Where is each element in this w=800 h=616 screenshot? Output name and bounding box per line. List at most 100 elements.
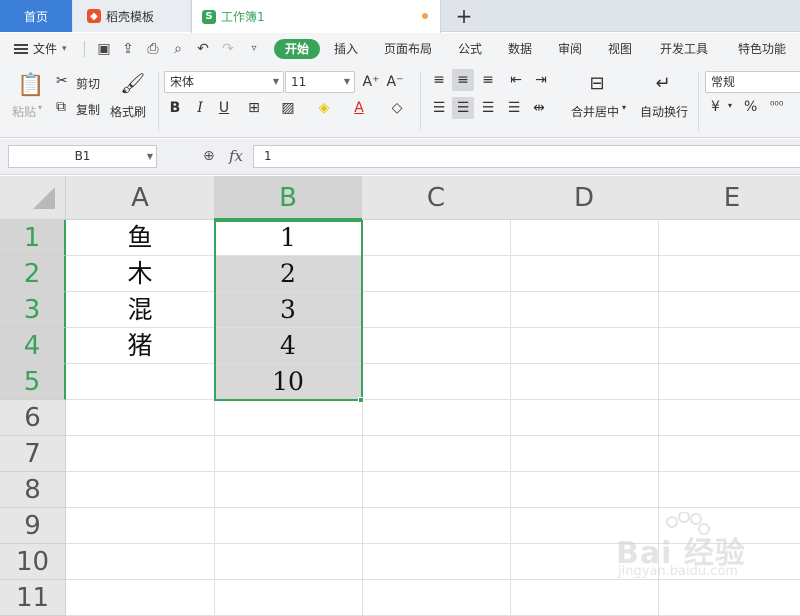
cell-e10[interactable] — [658, 544, 800, 580]
scissors-icon[interactable]: ✂ — [56, 73, 68, 89]
menu-page-layout[interactable]: 页面布局 — [384, 39, 432, 59]
bold-icon[interactable]: B — [164, 97, 186, 119]
cell-e4[interactable] — [658, 328, 800, 364]
new-tab-button[interactable]: + — [452, 3, 476, 29]
cell-a5[interactable] — [66, 364, 215, 400]
cell-d1[interactable] — [510, 220, 659, 256]
menu-data[interactable]: 数据 — [508, 39, 532, 59]
cell-c4[interactable] — [362, 328, 511, 364]
cell-b1[interactable]: 1 — [214, 220, 363, 256]
cell-e11[interactable] — [658, 580, 800, 616]
menu-special-features[interactable]: 特色功能 — [738, 39, 786, 59]
cell-a10[interactable] — [66, 544, 215, 580]
chevron-down-icon[interactable]: ▾ — [728, 101, 732, 110]
cell-a9[interactable] — [66, 508, 215, 544]
row-header[interactable]: 1 — [0, 220, 66, 256]
cell-a4[interactable]: 猪 — [66, 328, 215, 364]
cell-d11[interactable] — [510, 580, 659, 616]
name-box[interactable]: B1 ▼ — [8, 145, 157, 168]
cell-e5[interactable] — [658, 364, 800, 400]
italic-icon[interactable]: I — [189, 97, 211, 119]
row-header[interactable]: 9 — [0, 508, 66, 544]
cell-c2[interactable] — [362, 256, 511, 292]
fill-color-icon[interactable]: ◈ — [313, 97, 335, 119]
clear-format-icon[interactable]: ◇ — [386, 97, 408, 119]
cell-c10[interactable] — [362, 544, 511, 580]
align-center-icon[interactable]: ☰ — [452, 97, 474, 119]
cell-c5[interactable] — [362, 364, 511, 400]
fill-handle[interactable] — [358, 397, 364, 403]
chevron-down-icon[interactable]: ▾ — [622, 103, 626, 112]
increase-font-icon[interactable]: A⁺ — [360, 71, 382, 93]
cell-e3[interactable] — [658, 292, 800, 328]
zoom-icon[interactable]: ⊕ — [203, 148, 219, 164]
cell-b7[interactable] — [214, 436, 363, 472]
cell-b4[interactable]: 4 — [214, 328, 363, 364]
increase-indent-icon[interactable]: ⇥ — [530, 69, 552, 91]
cell-a1[interactable]: 鱼 — [66, 220, 215, 256]
align-left-icon[interactable]: ☰ — [428, 97, 450, 119]
paste-icon[interactable]: 📋 — [17, 73, 44, 98]
print-icon[interactable]: ⎙ — [145, 41, 161, 57]
cell-b3[interactable]: 3 — [214, 292, 363, 328]
cell-a8[interactable] — [66, 472, 215, 508]
cell-a3[interactable]: 混 — [66, 292, 215, 328]
cell-a11[interactable] — [66, 580, 215, 616]
row-header[interactable]: 2 — [0, 256, 66, 292]
menu-formulas[interactable]: 公式 — [458, 39, 482, 59]
cell-c1[interactable] — [362, 220, 511, 256]
cell-b8[interactable] — [214, 472, 363, 508]
cell-e6[interactable] — [658, 400, 800, 436]
cell-b11[interactable] — [214, 580, 363, 616]
cell-c11[interactable] — [362, 580, 511, 616]
font-size-select[interactable]: 11 ▼ — [285, 71, 355, 93]
function-icon[interactable]: fx — [229, 147, 243, 165]
cell-d9[interactable] — [510, 508, 659, 544]
percent-icon[interactable]: % — [744, 99, 757, 115]
fill-pattern-icon[interactable]: ▨ — [277, 97, 299, 119]
underline-icon[interactable]: U — [213, 97, 235, 119]
cell-d7[interactable] — [510, 436, 659, 472]
cell-d5[interactable] — [510, 364, 659, 400]
paste-dropdown-icon[interactable]: ▾ — [38, 103, 42, 112]
cell-c7[interactable] — [362, 436, 511, 472]
tab-home[interactable]: 首页 — [0, 0, 72, 32]
cell-e8[interactable] — [658, 472, 800, 508]
cell-c9[interactable] — [362, 508, 511, 544]
wrap-text-icon[interactable]: ↵ — [652, 73, 674, 95]
cell-d10[interactable] — [510, 544, 659, 580]
cell-b5[interactable]: 10 — [214, 364, 363, 400]
print-preview-icon[interactable]: ⌕ — [170, 41, 186, 57]
cell-b9[interactable] — [214, 508, 363, 544]
decrease-font-icon[interactable]: A⁻ — [384, 71, 406, 93]
menu-view[interactable]: 视图 — [608, 39, 632, 59]
cell-c8[interactable] — [362, 472, 511, 508]
menu-developer[interactable]: 开发工具 — [660, 39, 708, 59]
row-header[interactable]: 6 — [0, 400, 66, 436]
cell-e7[interactable] — [658, 436, 800, 472]
cell-d6[interactable] — [510, 400, 659, 436]
cell-d3[interactable] — [510, 292, 659, 328]
cell-e1[interactable] — [658, 220, 800, 256]
cut-label[interactable]: 剪切 — [76, 75, 100, 92]
cell-b10[interactable] — [214, 544, 363, 580]
row-header[interactable]: 7 — [0, 436, 66, 472]
menu-start[interactable]: 开始 — [274, 39, 320, 59]
select-all-corner[interactable] — [0, 176, 66, 220]
align-right-icon[interactable]: ☰ — [477, 97, 499, 119]
tab-docer-template[interactable]: ◆ 稻壳模板 — [73, 0, 190, 32]
cell-c6[interactable] — [362, 400, 511, 436]
column-header-c[interactable]: C — [362, 176, 511, 220]
cell-d2[interactable] — [510, 256, 659, 292]
cell-a7[interactable] — [66, 436, 215, 472]
cell-e9[interactable] — [658, 508, 800, 544]
format-painter-label[interactable]: 格式刷 — [110, 103, 146, 120]
undo-icon[interactable]: ↶ — [195, 41, 211, 57]
copy-label[interactable]: 复制 — [76, 101, 100, 118]
cell-b6[interactable] — [214, 400, 363, 436]
row-header[interactable]: 8 — [0, 472, 66, 508]
border-icon[interactable]: ⊞ — [243, 97, 265, 119]
number-format-select[interactable]: 常规 — [705, 71, 800, 93]
cell-d8[interactable] — [510, 472, 659, 508]
menu-file[interactable]: 文件 ▾ — [14, 39, 67, 59]
